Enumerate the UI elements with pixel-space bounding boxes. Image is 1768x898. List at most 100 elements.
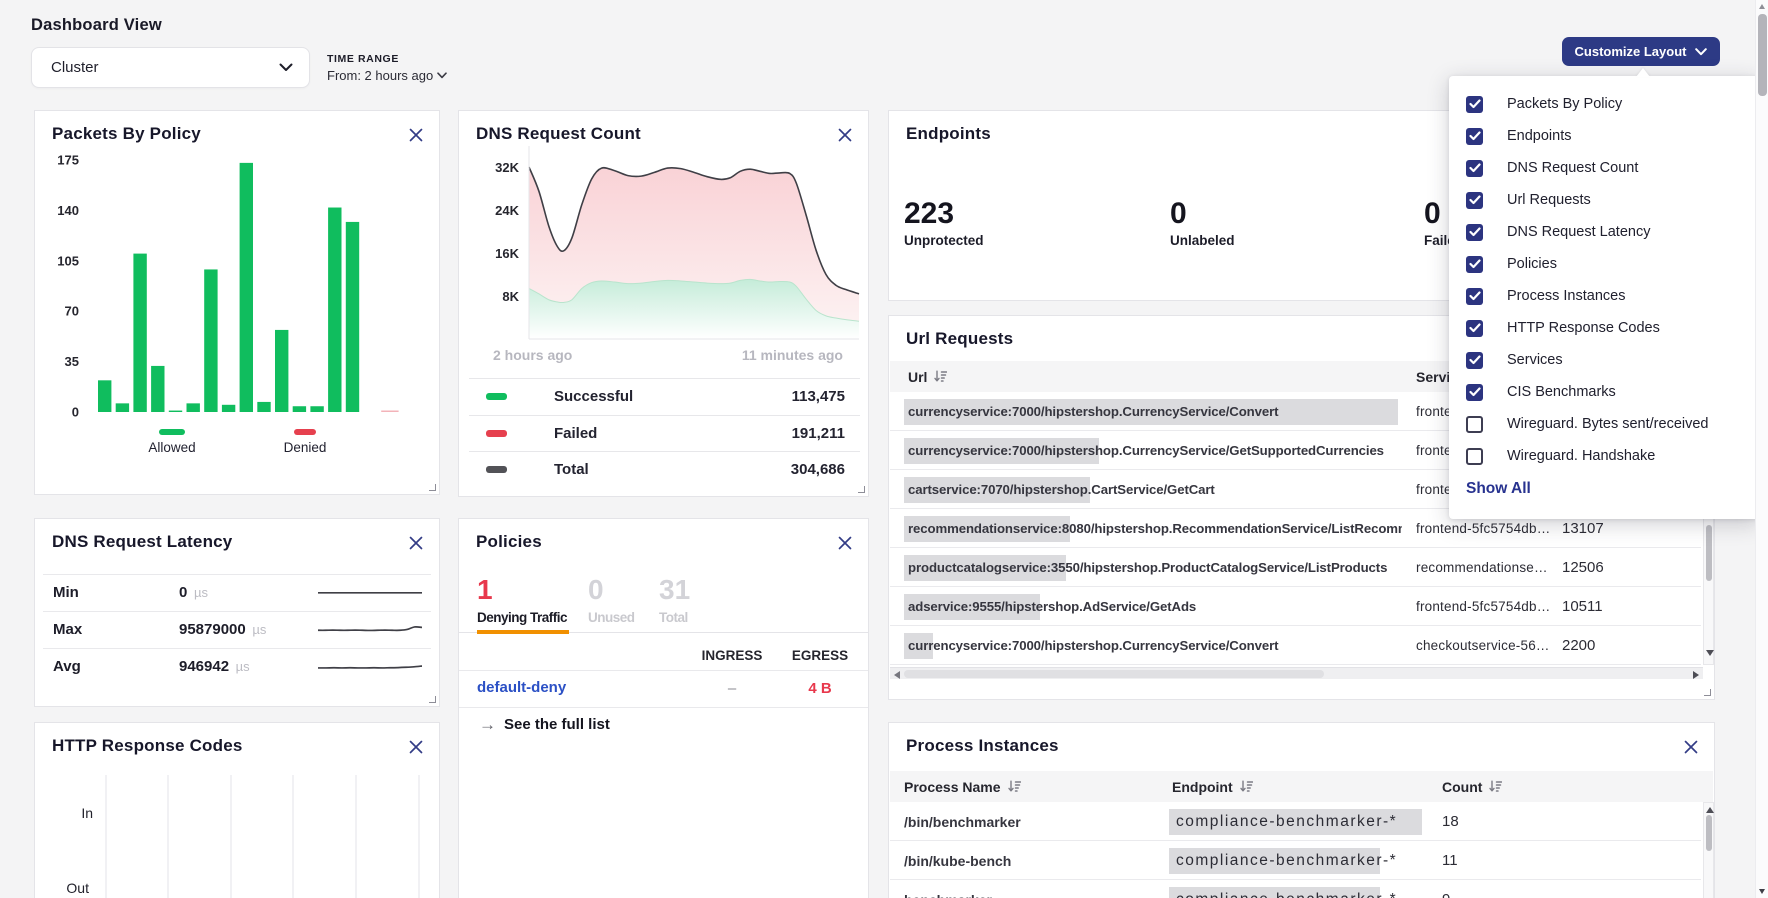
sparkline [318, 658, 422, 676]
time-range: TIME RANGE From: 2 hours ago [327, 53, 447, 83]
latency-unit: µs [190, 585, 208, 600]
menu-item-services[interactable]: Services [1449, 344, 1759, 376]
table-row[interactable]: productcatalogservice:3550/hipstershop.P… [890, 548, 1701, 587]
table-row[interactable]: currencyservice:7000/hipstershop.Currenc… [890, 626, 1701, 665]
menu-item-http-response-codes[interactable]: HTTP Response Codes [1449, 312, 1759, 344]
column-header-egress: EGRESS [792, 648, 848, 663]
url-cell: currencyservice:7000/hipstershop.Currenc… [908, 392, 1402, 431]
legend-label: Allowed [122, 440, 222, 455]
dns-legend: Successful113,475Failed191,211Total304,6… [469, 378, 860, 488]
customize-layout-button[interactable]: Customize Layout [1562, 37, 1720, 66]
latency-value: 95879000 µs [179, 621, 266, 638]
see-full-list-label: See the full list [504, 716, 610, 733]
menu-item-url-requests[interactable]: Url Requests [1449, 184, 1759, 216]
menu-item-label: Wireguard. Bytes sent/received [1507, 416, 1708, 432]
close-icon[interactable] [837, 535, 853, 551]
column-header[interactable]: Process Name [904, 779, 1021, 795]
legend-denied: Denied [255, 429, 355, 455]
menu-item-endpoints[interactable]: Endpoints [1449, 120, 1759, 152]
card-title: Process Instances [906, 736, 1059, 756]
x-label-left: 2 hours ago [493, 347, 572, 363]
legend-label: Total [554, 461, 589, 478]
view-select-value: Cluster [51, 59, 99, 76]
close-icon[interactable] [408, 739, 424, 755]
sort-icon [934, 370, 947, 383]
checkbox-checked-icon[interactable] [1466, 288, 1483, 305]
menu-item-label: Policies [1507, 256, 1557, 272]
table-row[interactable]: benchmarkercompliance-benchmarker-*9 [890, 880, 1701, 898]
see-full-list-link[interactable]: → See the full list [479, 716, 610, 733]
dashboard-page: Dashboard View Cluster TIME RANGE From: … [0, 0, 1768, 898]
menu-item-label: HTTP Response Codes [1507, 320, 1660, 336]
policies-tab-total[interactable]: Total [659, 610, 688, 625]
table-row[interactable]: /bin/benchmarkercompliance-benchmarker-*… [890, 802, 1701, 841]
latency-value: 0 µs [179, 584, 208, 601]
page-scrollbar[interactable] [1755, 0, 1768, 898]
column-header[interactable]: Endpoint [1172, 779, 1253, 795]
checkbox-unchecked-icon[interactable] [1466, 448, 1483, 465]
policy-egress-value: 4 B [808, 680, 831, 697]
time-range-value[interactable]: From: 2 hours ago [327, 68, 447, 83]
checkbox-checked-icon[interactable] [1466, 128, 1483, 145]
scroll-left-arrow-icon[interactable] [894, 671, 900, 679]
menu-item-dns-request-count[interactable]: DNS Request Count [1449, 152, 1759, 184]
scroll-up-arrow-icon[interactable] [1759, 4, 1765, 9]
menu-item-wireguard-handshake[interactable]: Wireguard. Handshake [1449, 440, 1759, 472]
close-icon[interactable] [1683, 739, 1699, 755]
url-cell: productcatalogservice:3550/hipstershop.P… [908, 548, 1402, 587]
checkbox-checked-icon[interactable] [1466, 160, 1483, 177]
menu-item-cis-benchmarks[interactable]: CIS Benchmarks [1449, 376, 1759, 408]
view-select[interactable]: Cluster [31, 47, 310, 88]
successful-swatch [486, 393, 507, 400]
service-cell: recommendationse… [1416, 548, 1551, 587]
url-cell: currencyservice:7000/hipstershop.Currenc… [908, 431, 1402, 470]
latency-unit: µs [249, 622, 267, 637]
horizontal-scrollbar[interactable] [890, 667, 1703, 679]
scroll-up-arrow-icon[interactable] [1706, 807, 1714, 813]
checkbox-unchecked-icon[interactable] [1466, 416, 1483, 433]
scroll-down-arrow-icon[interactable] [1759, 889, 1765, 894]
menu-item-wireguard-bytes-sent-received[interactable]: Wireguard. Bytes sent/received [1449, 408, 1759, 440]
checkbox-checked-icon[interactable] [1466, 224, 1483, 241]
allowed-swatch [159, 429, 185, 435]
vertical-scrollbar[interactable] [1703, 802, 1714, 898]
count-cell: 18 [1442, 802, 1459, 841]
close-icon[interactable] [408, 535, 424, 551]
x-label-right: 11 minutes ago [742, 347, 843, 363]
column-header[interactable]: Url [908, 369, 947, 385]
menu-item-policies[interactable]: Policies [1449, 248, 1759, 280]
menu-item-label: Packets By Policy [1507, 96, 1622, 112]
table-row[interactable]: adservice:9555/hipstershop.AdService/Get… [890, 587, 1701, 626]
count-cell: 11 [1442, 841, 1458, 880]
divider [459, 670, 868, 671]
resize-handle[interactable] [429, 696, 436, 703]
resize-handle[interactable] [858, 486, 865, 493]
checkbox-checked-icon[interactable] [1466, 256, 1483, 273]
sort-icon [1240, 780, 1253, 793]
column-label: Endpoint [1172, 779, 1233, 795]
policies-tab-denying-traffic[interactable]: Denying Traffic [477, 610, 567, 625]
dns-request-count-card: DNS Request Count 8K16K24K32K 2 hours ag… [458, 110, 869, 497]
checkbox-checked-icon[interactable] [1466, 352, 1483, 369]
menu-item-packets-by-policy[interactable]: Packets By Policy [1449, 88, 1759, 120]
checkbox-checked-icon[interactable] [1466, 96, 1483, 113]
menu-item-dns-request-latency[interactable]: DNS Request Latency [1449, 216, 1759, 248]
packets-bar-chart: 03570105140175 [35, 111, 441, 421]
scroll-right-arrow-icon[interactable] [1693, 671, 1699, 679]
policies-tab-unused[interactable]: Unused [588, 610, 635, 625]
menu-item-process-instances[interactable]: Process Instances [1449, 280, 1759, 312]
show-all-link[interactable]: Show All [1466, 480, 1531, 498]
checkbox-checked-icon[interactable] [1466, 384, 1483, 401]
menu-item-label: Endpoints [1507, 128, 1572, 144]
resize-handle[interactable] [429, 484, 436, 491]
column-header[interactable]: Count [1442, 779, 1502, 795]
table-row[interactable]: /bin/kube-benchcompliance-benchmarker-*1… [890, 841, 1701, 880]
checkbox-checked-icon[interactable] [1466, 192, 1483, 209]
failed-swatch [486, 430, 507, 437]
latency-label: Avg [53, 658, 81, 675]
x-axis-labels: 2 hours ago 11 minutes ago [493, 347, 843, 363]
resize-handle[interactable] [1704, 689, 1711, 696]
checkbox-checked-icon[interactable] [1466, 320, 1483, 337]
scroll-down-arrow-icon[interactable] [1706, 650, 1714, 656]
policy-link[interactable]: default-deny [477, 679, 566, 696]
